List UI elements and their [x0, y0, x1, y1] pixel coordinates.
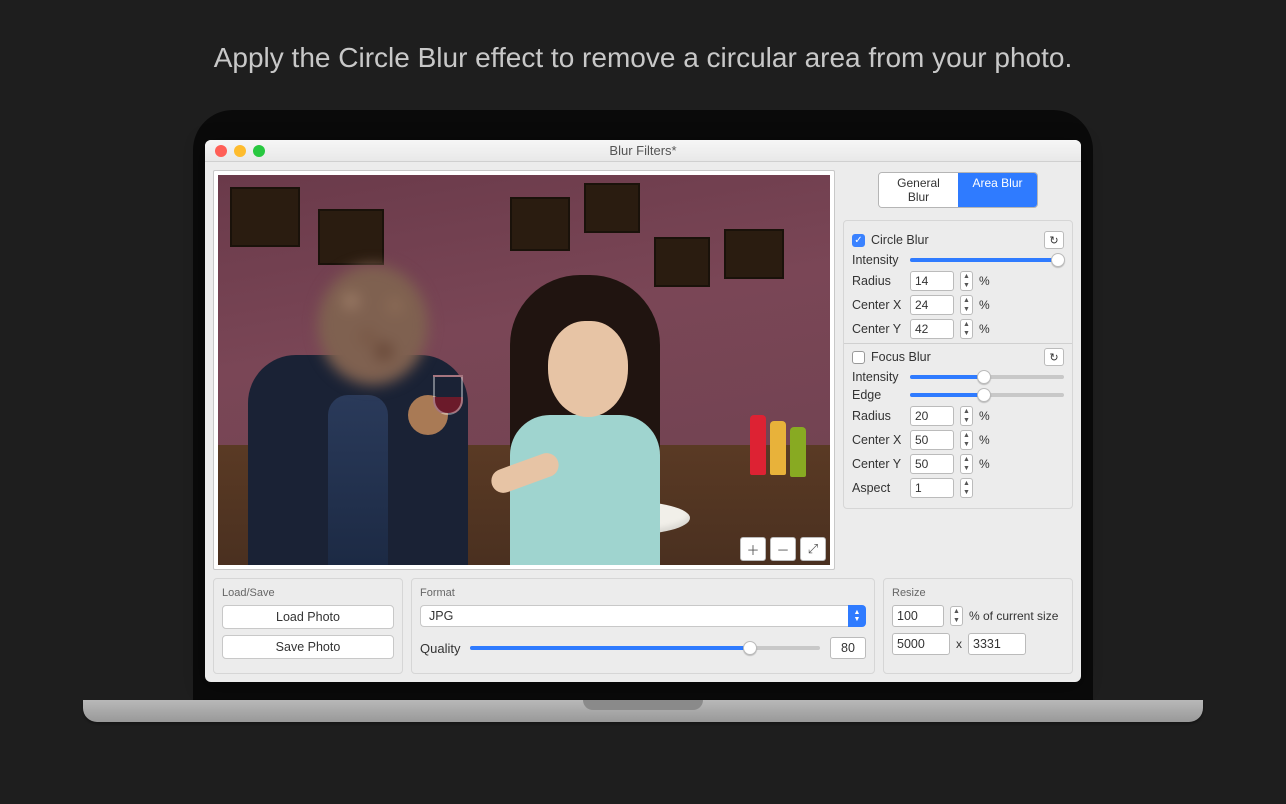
load-save-group: Load/Save Load Photo Save Photo — [213, 578, 403, 674]
quality-input[interactable]: 80 — [830, 637, 866, 659]
circle-reset-button[interactable]: ↻ — [1044, 231, 1064, 249]
format-selected: JPG — [420, 605, 848, 627]
focus-radius-stepper[interactable]: ▲▼ — [960, 406, 973, 426]
circle-blur-region — [318, 265, 428, 385]
tab-area-blur[interactable]: Area Blur — [958, 173, 1037, 207]
circle-intensity-slider[interactable] — [910, 258, 1064, 262]
focus-reset-button[interactable]: ↻ — [1044, 348, 1064, 366]
minimize-icon[interactable] — [234, 145, 246, 157]
circle-blur-label: Circle Blur — [871, 233, 929, 247]
controls-sidebar: General Blur Area Blur ✓ Circle Blur ↻ I… — [843, 170, 1073, 570]
load-save-title: Load/Save — [222, 587, 394, 599]
chevron-updown-icon: ▲▼ — [848, 605, 866, 627]
focus-centery-input[interactable]: 50 — [910, 454, 954, 474]
focus-centerx-stepper[interactable]: ▲▼ — [960, 430, 973, 450]
save-photo-button[interactable]: Save Photo — [222, 635, 394, 659]
zoom-in-button[interactable]: ＋ — [740, 537, 766, 561]
focus-intensity-slider[interactable] — [910, 375, 1064, 379]
resize-group: Resize 100 ▲▼ % of current size 5000 x 3… — [883, 578, 1073, 674]
fullscreen-button[interactable]: ⤢ — [800, 537, 826, 561]
laptop-base — [83, 700, 1203, 722]
unit-label: % — [979, 274, 990, 288]
image-canvas[interactable] — [218, 175, 830, 565]
format-group: Format JPG ▲▼ Quality 80 — [411, 578, 875, 674]
circle-intensity-label: Intensity — [852, 253, 904, 267]
focus-centerx-input[interactable]: 50 — [910, 430, 954, 450]
blur-mode-tabs: General Blur Area Blur — [878, 172, 1038, 208]
circle-centery-input[interactable]: 42 — [910, 319, 954, 339]
focus-aspect-label: Aspect — [852, 481, 904, 495]
focus-blur-checkbox[interactable] — [852, 351, 865, 364]
circle-centery-label: Center Y — [852, 322, 904, 336]
focus-aspect-stepper[interactable]: ▲▼ — [960, 478, 973, 498]
resize-percent-stepper[interactable]: ▲▼ — [950, 606, 963, 626]
zoom-icon[interactable] — [253, 145, 265, 157]
circle-blur-panel: ✓ Circle Blur ↻ Intensity Radius 14 — [843, 220, 1073, 509]
circle-radius-input[interactable]: 14 — [910, 271, 954, 291]
zoom-out-button[interactable]: － — [770, 537, 796, 561]
focus-blur-label: Focus Blur — [871, 350, 931, 364]
resize-width-input[interactable]: 5000 — [892, 633, 950, 655]
focus-aspect-input[interactable]: 1 — [910, 478, 954, 498]
load-photo-button[interactable]: Load Photo — [222, 605, 394, 629]
focus-centerx-label: Center X — [852, 433, 904, 447]
tab-general-blur[interactable]: General Blur — [879, 173, 958, 207]
focus-edge-slider[interactable] — [910, 393, 1064, 397]
resize-height-input[interactable]: 3331 — [968, 633, 1026, 655]
window-title: Blur Filters* — [205, 143, 1081, 158]
titlebar: Blur Filters* — [205, 140, 1081, 162]
circle-centerx-input[interactable]: 24 — [910, 295, 954, 315]
quality-label: Quality — [420, 641, 460, 656]
resize-percent-label: % of current size — [969, 609, 1058, 623]
circle-centerx-stepper[interactable]: ▲▼ — [960, 295, 973, 315]
laptop-frame: Blur Filters* — [193, 110, 1093, 700]
circle-radius-label: Radius — [852, 274, 904, 288]
circle-centerx-label: Center X — [852, 298, 904, 312]
resize-percent-input[interactable]: 100 — [892, 605, 944, 627]
resize-sep: x — [956, 637, 962, 651]
quality-slider[interactable] — [470, 646, 820, 650]
format-title: Format — [420, 587, 866, 599]
focus-intensity-label: Intensity — [852, 370, 904, 384]
close-icon[interactable] — [215, 145, 227, 157]
focus-edge-label: Edge — [852, 388, 904, 402]
app-window: Blur Filters* — [205, 140, 1081, 682]
circle-centery-stepper[interactable]: ▲▼ — [960, 319, 973, 339]
image-preview-panel: ＋ － ⤢ — [213, 170, 835, 570]
circle-blur-checkbox[interactable]: ✓ — [852, 234, 865, 247]
focus-radius-label: Radius — [852, 409, 904, 423]
focus-centery-label: Center Y — [852, 457, 904, 471]
page-headline: Apply the Circle Blur effect to remove a… — [0, 0, 1286, 74]
format-select[interactable]: JPG ▲▼ — [420, 605, 866, 627]
circle-radius-stepper[interactable]: ▲▼ — [960, 271, 973, 291]
resize-title: Resize — [892, 587, 1064, 599]
focus-centery-stepper[interactable]: ▲▼ — [960, 454, 973, 474]
focus-radius-input[interactable]: 20 — [910, 406, 954, 426]
